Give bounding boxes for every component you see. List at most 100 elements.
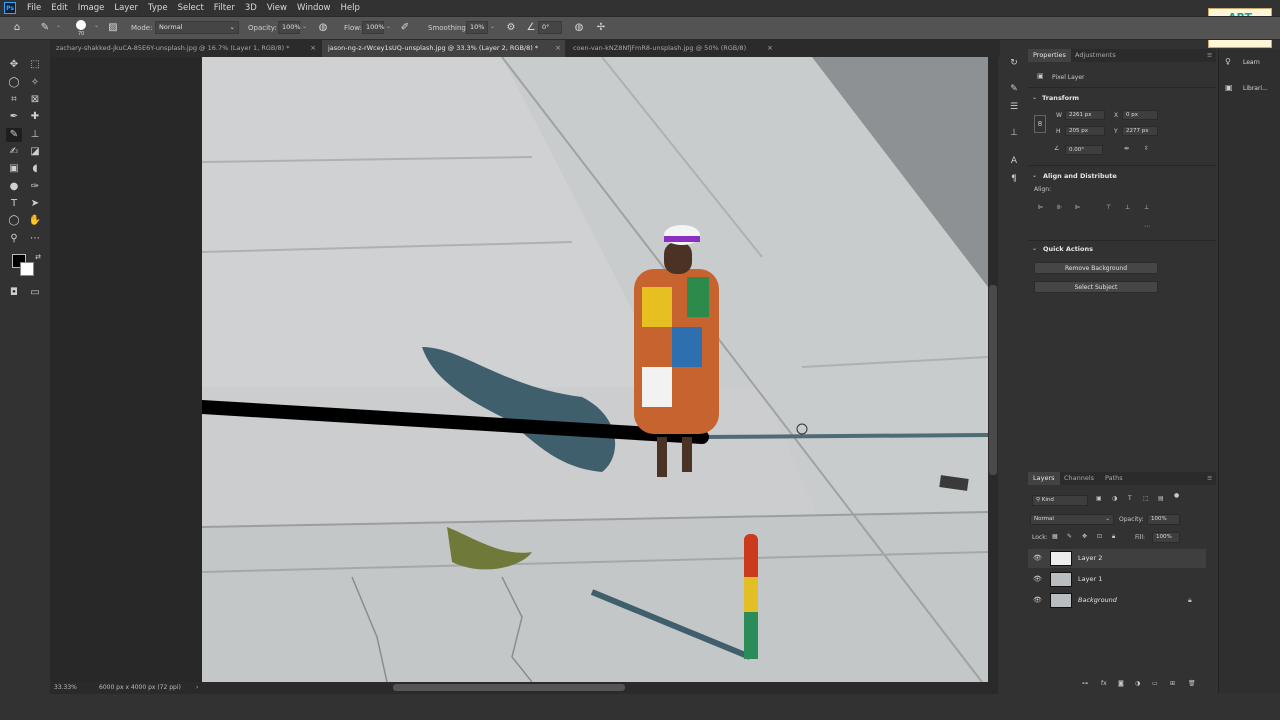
horizontal-scroll-thumb[interactable] [393,684,625,691]
menu-view[interactable]: View [262,0,292,16]
brush-settings-icon[interactable]: ▨ [106,21,120,35]
eyedropper-tool-icon[interactable]: ✒ [6,110,22,124]
lock-pixels-icon[interactable]: ✎ [1067,533,1072,540]
new-layer-icon[interactable]: ⊞ [1170,680,1175,687]
flow-input[interactable]: 100% [362,21,385,34]
more-tools-icon[interactable]: ⋯ [27,232,43,246]
menu-filter[interactable]: Filter [209,0,240,16]
align-right-icon[interactable]: ⊫ [1075,204,1080,211]
adjustments-icon[interactable]: ☰ [1006,100,1022,114]
menu-image[interactable]: Image [73,0,110,16]
filter-toggle-icon[interactable]: ● [1174,492,1179,499]
link-layers-icon[interactable]: ⊶ [1082,680,1088,687]
brush-tool-icon[interactable]: ✎ [38,21,52,35]
tab-paths[interactable]: Paths [1100,472,1128,485]
menu-window[interactable]: Window [292,0,336,16]
background-color-swatch[interactable] [20,262,34,276]
fx-icon[interactable]: fx [1101,680,1107,687]
screen-mode-icon[interactable]: ▭ [27,286,43,300]
filter-kind-select[interactable]: ⚲ Kind [1032,495,1088,506]
blend-mode-select[interactable]: Normal ⌄ [1030,514,1114,525]
paragraph-icon[interactable]: ¶ [1006,172,1022,186]
status-chevron-icon[interactable]: › [196,684,198,691]
zoom-tool-icon[interactable]: ⚲ [6,232,22,246]
quick-mask-icon[interactable]: ◘ [6,286,22,300]
align-center-h-icon[interactable]: ⊪ [1057,204,1062,211]
frame-tool-icon[interactable]: ⊠ [27,93,43,107]
lock-transparent-icon[interactable]: ▦ [1052,533,1058,540]
pen-tool-icon[interactable]: ✑ [27,180,43,194]
flow-chevron-icon[interactable]: ⌄ [386,23,391,30]
pressure-opacity-icon[interactable]: ◍ [316,21,330,35]
width-input[interactable]: 2261 px [1065,110,1105,120]
chevron-down-icon[interactable]: ⌄ [1032,172,1037,179]
blur-tool-icon[interactable]: ◖ [27,162,43,176]
tab-layers[interactable]: Layers [1028,472,1060,485]
ellipse-tool-icon[interactable]: ◯ [6,214,22,228]
menu-help[interactable]: Help [336,0,365,16]
eraser-tool-icon[interactable]: ◪ [27,145,43,159]
brush-settings-icon[interactable]: ✎ [1006,82,1022,96]
menu-layer[interactable]: Layer [109,0,143,16]
close-icon[interactable]: × [555,40,561,57]
layer-name[interactable]: Layer 2 [1078,554,1102,562]
pressure-size-icon[interactable]: ◍ [572,21,586,35]
lock-icon[interactable]: 🔒︎ [1188,596,1192,605]
type-tool-icon[interactable]: T [6,197,22,211]
adjustment-layer-icon[interactable]: ◑ [1135,680,1140,687]
layer-row-background[interactable]: 👁︎ Background 🔒︎ [1028,591,1206,610]
select-subject-button[interactable]: Select Subject [1034,281,1158,293]
canvas-area[interactable] [50,57,990,682]
chevron-down-icon[interactable]: ⌄ [1032,245,1037,252]
smoothing-chevron-icon[interactable]: ⌄ [490,23,495,30]
move-tool-icon[interactable]: ✥ [6,58,22,72]
align-middle-v-icon[interactable]: ⊥ [1125,204,1130,211]
symmetry-icon[interactable]: ✢ [594,21,608,35]
link-icon[interactable]: 8 [1034,115,1046,133]
tool-preset-chevron-icon[interactable]: ⌄ [56,22,61,29]
history-icon[interactable]: ↻ [1006,56,1022,70]
smoothing-input[interactable]: 10% [466,21,488,34]
visibility-eye-icon[interactable]: 👁︎ [1033,596,1042,604]
history-brush-tool-icon[interactable]: ✍ [6,145,22,159]
angle-input[interactable]: 0° [538,21,562,34]
align-top-icon[interactable]: ⊤ [1106,204,1111,211]
home-icon[interactable]: ⌂ [10,21,24,35]
filter-smart-object-icon[interactable]: ▤ [1158,495,1164,502]
menu-select[interactable]: Select [173,0,209,16]
tab-channels[interactable]: Channels [1059,472,1099,485]
dodge-tool-icon[interactable]: ● [6,180,22,194]
x-input[interactable]: 0 px [1122,110,1158,120]
tab-document-2[interactable]: jason-ng-z-rWcey1sUQ-unsplash.jpg @ 33.3… [322,40,565,57]
mode-select[interactable]: Normal ⌄ [155,21,239,34]
learn-panel-button[interactable]: ♀ Learn [1219,56,1279,70]
filter-pixel-icon[interactable]: ▣ [1096,495,1102,502]
close-icon[interactable]: × [310,40,316,57]
menu-3d[interactable]: 3D [240,0,262,16]
brush-picker-chevron-icon[interactable]: ⌄ [94,22,99,29]
layer-opacity-input[interactable]: 100% [1147,514,1180,525]
marquee-tool-icon[interactable]: ⬚ [27,58,43,72]
tab-adjustments[interactable]: Adjustments [1070,49,1121,62]
layer-name[interactable]: Layer 1 [1078,575,1102,583]
visibility-eye-icon[interactable]: 👁︎ [1033,554,1042,562]
tab-properties[interactable]: Properties [1028,49,1071,62]
angle-input[interactable]: 0.00° [1065,145,1103,155]
gradient-tool-icon[interactable]: ▣ [6,162,22,176]
vertical-scroll-thumb[interactable] [989,285,997,475]
trash-icon[interactable]: 🗑︎ [1188,680,1196,687]
flip-horizontal-icon[interactable]: ⇹ [1124,145,1129,152]
more-options-icon[interactable]: ⋯ [1144,223,1150,230]
zoom-level[interactable]: 33.33% [54,684,77,691]
lasso-tool-icon[interactable]: ◯ [6,76,22,90]
y-input[interactable]: 2277 px [1122,126,1158,136]
airbrush-icon[interactable]: ✐ [398,21,412,35]
filter-type-icon[interactable]: T [1128,495,1132,502]
fill-input[interactable]: 100% [1152,532,1180,543]
quick-selection-tool-icon[interactable]: ✧ [27,76,43,90]
gear-icon[interactable]: ⚙ [504,21,518,35]
layer-row-layer-1[interactable]: 👁︎ Layer 1 [1028,570,1206,589]
menu-file[interactable]: File [22,0,46,16]
tab-document-3[interactable]: coen-van-kNZ8NfjFmR8-unsplash.jpg @ 50% … [567,40,777,57]
opacity-chevron-icon[interactable]: ⌄ [302,23,307,30]
